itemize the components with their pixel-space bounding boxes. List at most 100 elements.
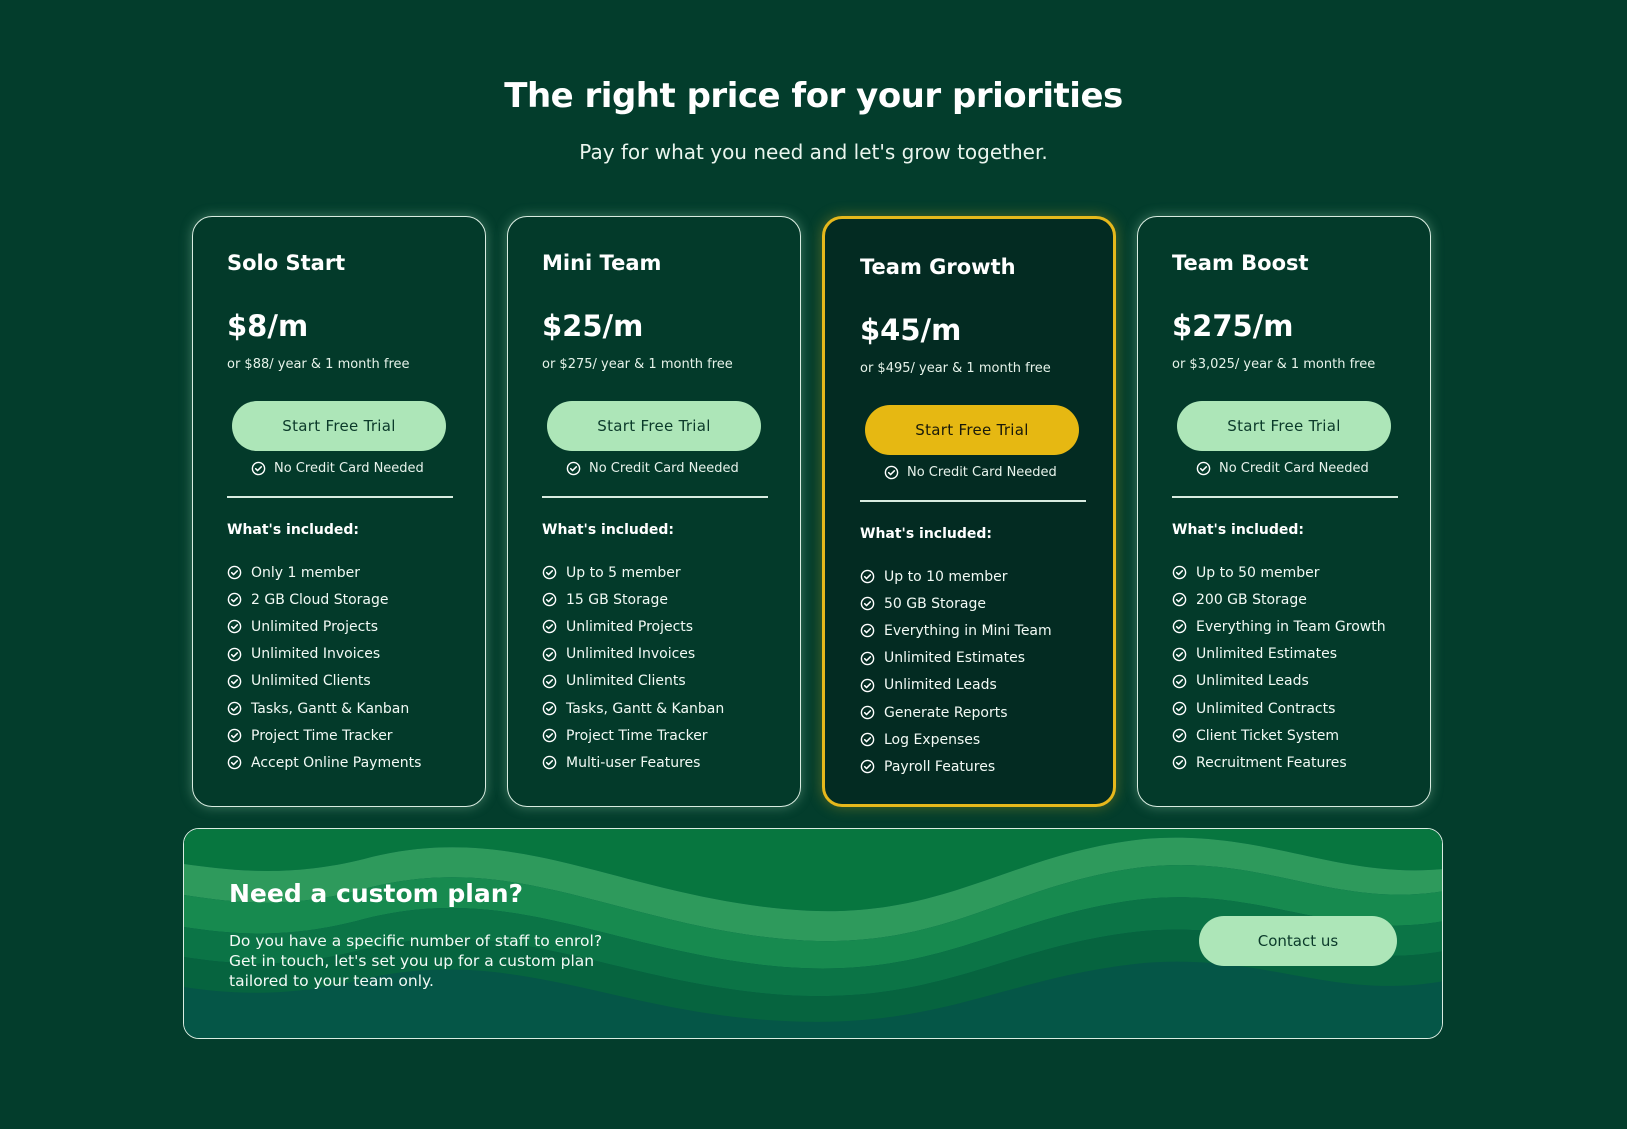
feature-item: Log Expenses bbox=[860, 726, 1052, 753]
feature-label: Project Time Tracker bbox=[566, 727, 708, 744]
feature-label: Unlimited Clients bbox=[566, 673, 686, 690]
check-circle-icon bbox=[542, 756, 557, 770]
feature-label: Tasks, Gantt & Kanban bbox=[566, 700, 725, 717]
no-credit-card-note: No Credit Card Needed bbox=[884, 465, 1057, 480]
custom-plan-description: Do you have a specific number of staff t… bbox=[229, 931, 649, 991]
start-free-trial-button[interactable]: Start Free Trial bbox=[547, 401, 761, 451]
check-circle-icon bbox=[860, 732, 875, 747]
check-circle-icon bbox=[860, 760, 875, 774]
plan-name: Mini Team bbox=[542, 251, 662, 275]
feature-label: Client Ticket System bbox=[1196, 727, 1340, 744]
feature-item: Unlimited Estimates bbox=[1172, 641, 1386, 668]
check-circle-icon bbox=[227, 728, 242, 743]
check-circle-icon bbox=[860, 569, 875, 584]
feature-label: Everything in Mini Team bbox=[884, 622, 1052, 639]
feature-label: Up to 5 member bbox=[566, 564, 681, 581]
feature-label: Log Expenses bbox=[884, 731, 981, 748]
custom-plan-line: Get in touch, let's set you up for a cus… bbox=[229, 952, 595, 970]
feature-label: Unlimited Leads bbox=[884, 677, 997, 694]
check-circle-icon bbox=[860, 678, 875, 693]
plan-name: Team Boost bbox=[1172, 251, 1309, 275]
feature-item: Multi-user Features bbox=[542, 749, 724, 776]
feature-label: Accept Online Payments bbox=[251, 754, 422, 771]
feature-item: Unlimited Leads bbox=[1172, 668, 1386, 695]
check-circle-icon bbox=[860, 705, 875, 720]
check-circle-icon bbox=[542, 565, 557, 580]
feature-label: Unlimited Projects bbox=[251, 618, 379, 635]
feature-label: Up to 10 member bbox=[884, 568, 1008, 585]
check-circle-icon bbox=[1172, 756, 1187, 770]
feature-list: Up to 5 member 15 GB Storage Unlimited Pro… bbox=[542, 559, 724, 777]
feature-label: Payroll Features bbox=[884, 758, 996, 775]
check-circle-icon bbox=[227, 592, 242, 607]
page-title: The right price for your priorities bbox=[504, 76, 1123, 116]
check-circle-icon bbox=[227, 565, 242, 580]
feature-label: Unlimited Clients bbox=[251, 673, 371, 690]
plan-price: $8/m bbox=[227, 309, 309, 343]
feature-label: Unlimited Invoices bbox=[566, 646, 696, 663]
check-circle-icon bbox=[542, 647, 557, 661]
feature-item: Everything in Team Growth bbox=[1172, 613, 1386, 640]
no-credit-card-label: No Credit Card Needed bbox=[589, 461, 739, 476]
feature-item: 2 GB Cloud Storage bbox=[227, 586, 421, 613]
no-credit-card-note: No Credit Card Needed bbox=[251, 461, 424, 476]
check-circle-icon bbox=[566, 461, 581, 476]
check-circle-icon bbox=[542, 674, 557, 689]
plan-price: $275/m bbox=[1172, 309, 1294, 343]
custom-plan-line: tailored to your team only. bbox=[229, 972, 434, 990]
feature-label: Everything in Team Growth bbox=[1196, 618, 1386, 635]
feature-item: Payroll Features bbox=[860, 753, 1052, 780]
plan-name: Team Growth bbox=[860, 255, 1016, 279]
feature-item: Unlimited Estimates bbox=[860, 645, 1052, 672]
feature-item: Unlimited Leads bbox=[860, 672, 1052, 699]
feature-label: Unlimited Invoices bbox=[251, 646, 381, 663]
feature-label: Unlimited Leads bbox=[1196, 673, 1309, 690]
feature-item: Unlimited Contracts bbox=[1172, 695, 1386, 722]
feature-item: Everything in Mini Team bbox=[860, 617, 1052, 644]
check-circle-icon bbox=[1172, 647, 1187, 661]
feature-item: Unlimited Projects bbox=[542, 613, 724, 640]
feature-item: Client Ticket System bbox=[1172, 722, 1386, 749]
start-free-trial-button[interactable]: Start Free Trial bbox=[232, 401, 446, 451]
feature-label: 50 GB Storage bbox=[884, 595, 986, 612]
feature-label: Recruitment Features bbox=[1196, 754, 1347, 771]
plan-price: $45/m bbox=[860, 313, 962, 347]
feature-label: Project Time Tracker bbox=[251, 727, 393, 744]
feature-label: Multi-user Features bbox=[566, 754, 701, 771]
page-subtitle: Pay for what you need and let's grow tog… bbox=[579, 140, 1048, 164]
feature-list: Only 1 member 2 GB Cloud Storage Unlimited… bbox=[227, 559, 421, 777]
contact-us-button[interactable]: Contact us bbox=[1199, 916, 1397, 966]
plan-name: Solo Start bbox=[227, 251, 346, 275]
check-circle-icon bbox=[1172, 674, 1187, 689]
feature-item: Unlimited Projects bbox=[227, 613, 421, 640]
custom-plan-banner: Need a custom plan? Do you have a specif… bbox=[183, 828, 1443, 1039]
feature-item: Tasks, Gantt & Kanban bbox=[227, 695, 421, 722]
check-circle-icon bbox=[227, 701, 242, 716]
feature-label: 200 GB Storage bbox=[1196, 591, 1307, 608]
check-circle-icon bbox=[542, 620, 557, 634]
feature-label: Unlimited Estimates bbox=[884, 650, 1025, 667]
feature-label: Generate Reports bbox=[884, 704, 1008, 721]
check-circle-icon bbox=[227, 647, 242, 661]
feature-label: Up to 50 member bbox=[1196, 564, 1320, 581]
whats-included-label: What's included: bbox=[227, 522, 360, 538]
feature-item: Accept Online Payments bbox=[227, 749, 421, 776]
whats-included-label: What's included: bbox=[542, 522, 675, 538]
check-circle-icon bbox=[542, 592, 557, 607]
start-free-trial-button[interactable]: Start Free Trial bbox=[865, 405, 1079, 455]
feature-item: Recruitment Features bbox=[1172, 749, 1386, 776]
feature-item: Unlimited Clients bbox=[227, 668, 421, 695]
check-circle-icon bbox=[1172, 701, 1187, 716]
plan-yearly-price: or $275/ year & 1 month free bbox=[542, 357, 733, 372]
check-circle-icon bbox=[860, 624, 875, 638]
custom-plan-title: Need a custom plan? bbox=[229, 879, 524, 908]
feature-label: 15 GB Storage bbox=[566, 591, 668, 608]
feature-item: Up to 5 member bbox=[542, 559, 724, 586]
check-circle-icon bbox=[227, 674, 242, 689]
no-credit-card-label: No Credit Card Needed bbox=[1219, 461, 1369, 476]
check-circle-icon bbox=[1196, 461, 1211, 476]
check-circle-icon bbox=[227, 620, 242, 634]
plan-yearly-price: or $88/ year & 1 month free bbox=[227, 357, 410, 372]
start-free-trial-button[interactable]: Start Free Trial bbox=[1177, 401, 1391, 451]
feature-item: Up to 50 member bbox=[1172, 559, 1386, 586]
